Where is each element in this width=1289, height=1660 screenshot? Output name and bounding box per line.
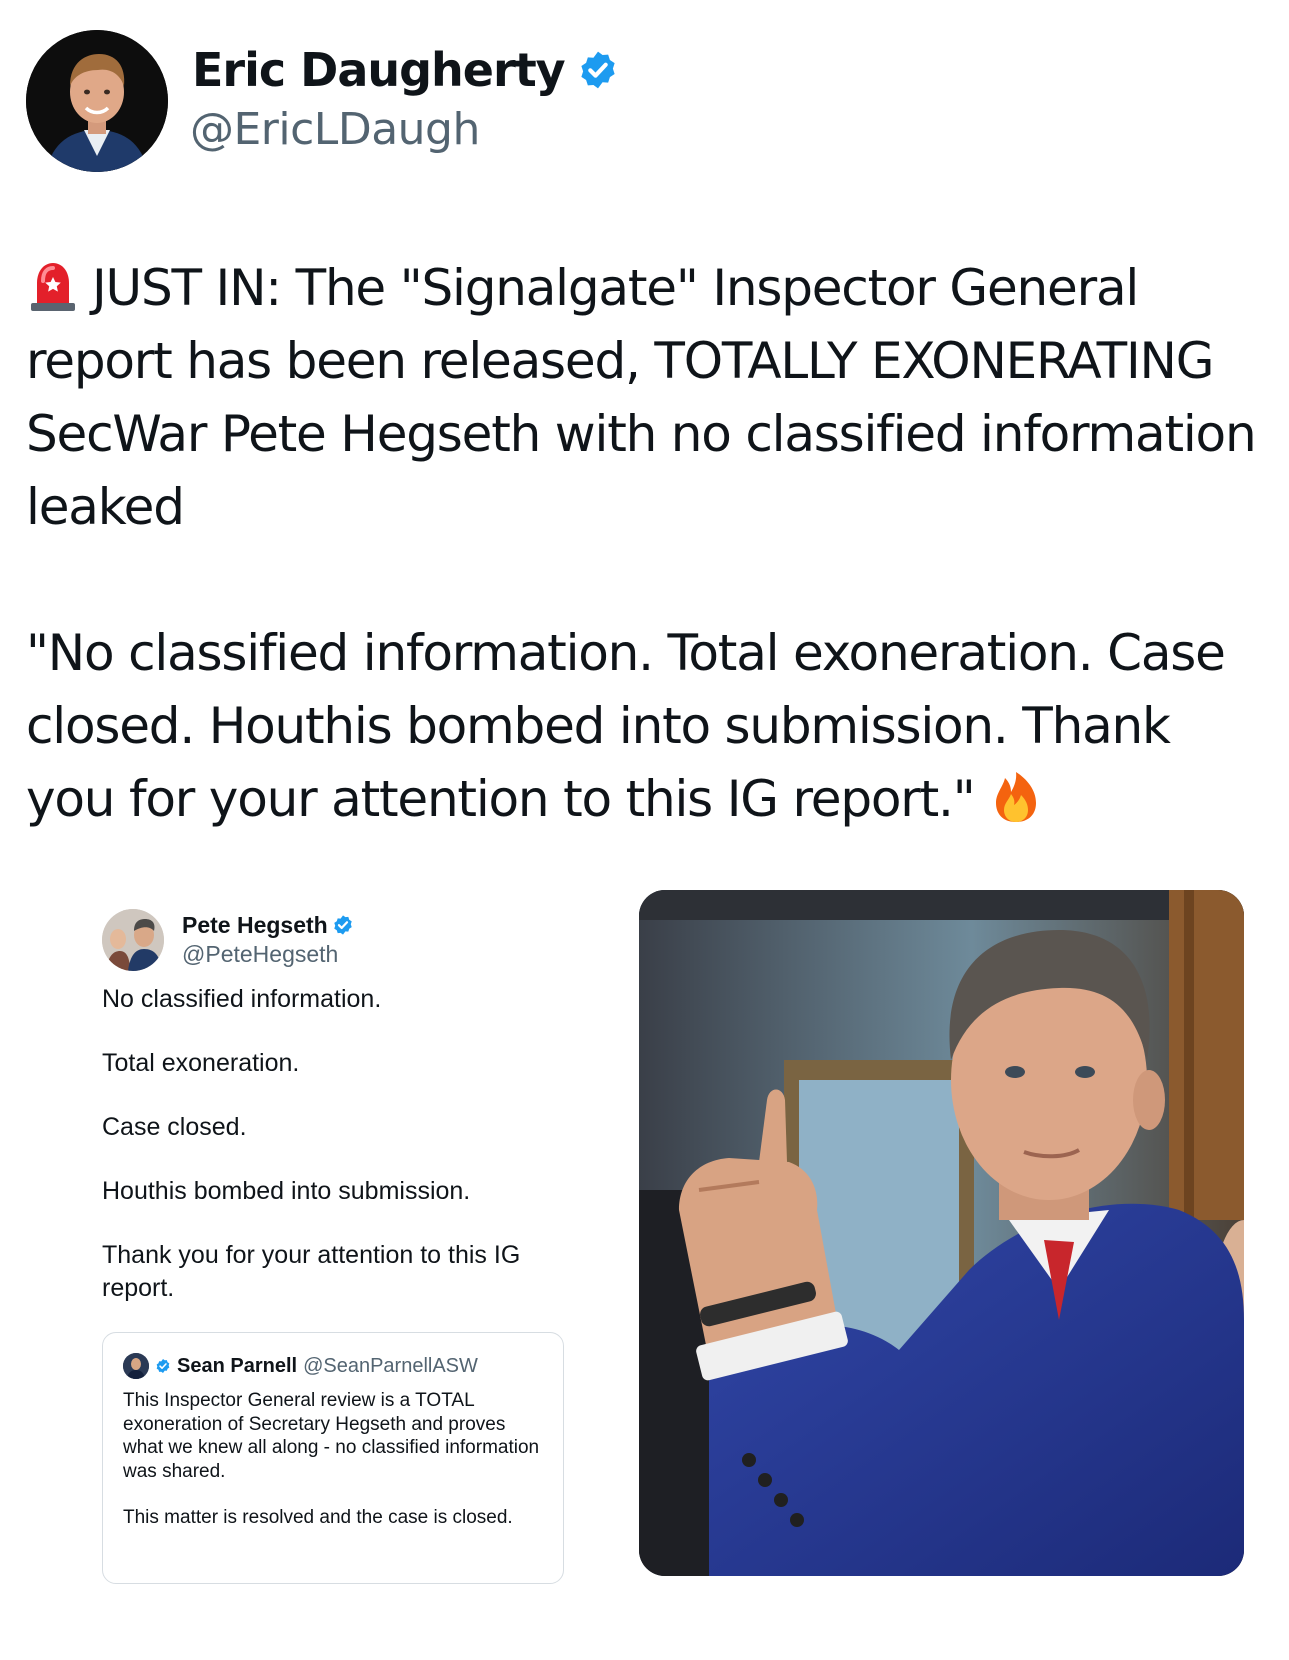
tweet-paragraph-1: JUST IN: The "Signalgate" Inspector Gene… <box>26 252 1266 544</box>
quoted-line: Total exoneration. <box>102 1049 300 1077</box>
attached-photo[interactable] <box>639 890 1244 1576</box>
author-name[interactable]: Eric Daugherty <box>192 40 619 100</box>
verified-badge-icon <box>577 49 619 91</box>
nested-quote-paragraph-2: This matter is resolved and the case is … <box>123 1507 513 1528</box>
quoted-author-name: Pete Hegseth <box>182 911 354 939</box>
tweet-body: JUST IN: The "Signalgate" Inspector Gene… <box>26 252 1266 836</box>
fire-icon <box>989 770 1043 824</box>
nested-author-handle: @SeanParnellASW <box>303 1355 478 1377</box>
nested-quote-header: Sean Parnell @SeanParnellASW <box>123 1353 478 1379</box>
quoted-author-handle: @PeteHegseth <box>182 941 339 967</box>
nested-author-name: Sean Parnell <box>177 1355 298 1377</box>
tweet-paragraph-2-text: "No classified information. Total exoner… <box>26 624 1226 828</box>
quoted-line: Thank you for your attention to this IG … <box>102 1241 521 1302</box>
quoted-post-screenshot[interactable]: Pete Hegseth @PeteHegseth No classified … <box>96 905 566 1605</box>
avatar-portrait <box>26 30 168 172</box>
quoted-line: Houthis bombed into submission. <box>102 1177 471 1205</box>
tweet-paragraph-1-text: JUST IN: The "Signalgate" Inspector Gene… <box>26 259 1257 536</box>
tweet-paragraph-2: "No classified information. Total exoner… <box>26 617 1266 836</box>
quoted-author-name-text: Pete Hegseth <box>182 912 328 938</box>
author-name-text: Eric Daugherty <box>192 43 566 97</box>
verified-badge-icon <box>155 1358 171 1374</box>
quoted-author-avatar <box>102 909 164 971</box>
siren-icon <box>26 259 80 313</box>
quoted-line: Case closed. <box>102 1113 247 1141</box>
verified-badge-icon <box>332 914 354 936</box>
nested-quote-card[interactable]: Sean Parnell @SeanParnellASW This Inspec… <box>102 1332 564 1584</box>
nested-quote-paragraph-1: This Inspector General review is a TOTAL… <box>123 1390 540 1482</box>
quoted-line: No classified information. <box>102 985 382 1013</box>
nested-author-avatar <box>123 1353 149 1379</box>
author-handle[interactable]: @EricLDaugh <box>190 102 480 158</box>
photo-thumbs-up-man <box>639 890 1244 1576</box>
author-avatar[interactable] <box>26 30 168 172</box>
